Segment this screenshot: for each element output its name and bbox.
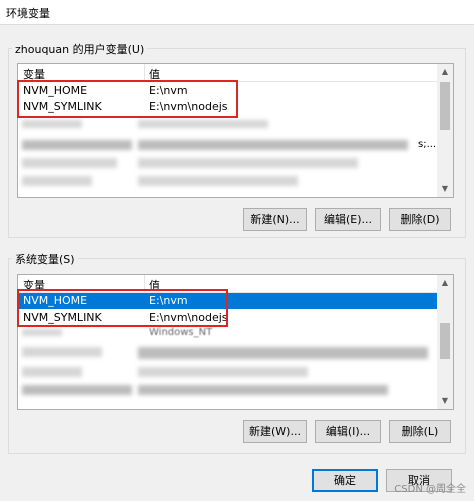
system-vars-group-label: 系统变量(S) — [12, 251, 78, 267]
scroll-up-icon[interactable]: ▲ — [437, 64, 453, 80]
scroll-thumb[interactable] — [440, 323, 450, 359]
blurred-row[interactable] — [138, 140, 408, 150]
blurred-row[interactable] — [22, 158, 117, 168]
highlight-box-user-vars — [17, 80, 238, 118]
blurred-row[interactable] — [138, 120, 268, 128]
blurred-row[interactable] — [22, 120, 82, 128]
user-vars-group-label: zhouquan 的用户变量(U) — [12, 41, 148, 57]
blurred-row[interactable] — [138, 158, 358, 168]
window-title: 环境变量 — [6, 7, 50, 20]
title-bar: 环境变量 — [0, 0, 474, 25]
user-delete-button[interactable]: 删除(D) — [389, 208, 451, 231]
system-new-button[interactable]: 新建(W)... — [243, 420, 307, 443]
blurred-row[interactable] — [138, 385, 388, 395]
system-vars-scrollbar[interactable]: ▲ ▼ — [437, 275, 453, 409]
ok-button[interactable]: 确定 — [312, 469, 378, 492]
system-edit-button[interactable]: 编辑(I)... — [315, 420, 381, 443]
watermark: CSDN @周全全 — [394, 484, 466, 495]
user-vars-scrollbar[interactable]: ▲ ▼ — [437, 64, 453, 197]
blurred-row[interactable] — [22, 385, 132, 395]
blurred-row[interactable] — [22, 176, 92, 186]
blurred-row[interactable] — [22, 329, 62, 336]
partial-value-tail: s;... — [418, 139, 437, 150]
column-separator[interactable] — [144, 64, 145, 81]
blurred-row[interactable] — [138, 176, 298, 186]
user-new-button[interactable]: 新建(N)... — [243, 208, 307, 231]
user-edit-button[interactable]: 编辑(E)... — [315, 208, 381, 231]
blurred-row[interactable] — [138, 347, 428, 359]
partial-row-value: Windows_NT — [149, 327, 213, 338]
blurred-row[interactable] — [22, 140, 132, 150]
highlight-box-system-vars — [17, 289, 228, 327]
blurred-row[interactable] — [22, 347, 102, 357]
scroll-down-icon[interactable]: ▼ — [437, 181, 453, 197]
scroll-down-icon[interactable]: ▼ — [437, 393, 453, 409]
system-delete-button[interactable]: 删除(L) — [389, 420, 451, 443]
blurred-row[interactable] — [22, 367, 82, 377]
scroll-up-icon[interactable]: ▲ — [437, 275, 453, 291]
scroll-thumb[interactable] — [440, 82, 450, 130]
blurred-row[interactable] — [138, 367, 308, 377]
